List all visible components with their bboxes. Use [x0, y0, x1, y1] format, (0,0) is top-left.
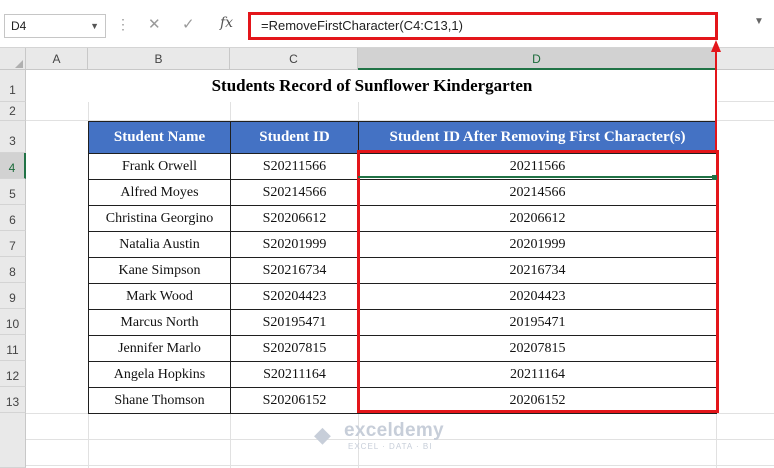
table-row: Frank Orwell S20211566 20211566	[88, 153, 717, 180]
cell-trimmed-id[interactable]: 20214566	[358, 179, 717, 206]
cell-student-id[interactable]: S20211566	[230, 153, 359, 180]
formula-text: =RemoveFirstCharacter(C4:C13,1)	[261, 18, 463, 33]
cell-student-id[interactable]: S20214566	[230, 179, 359, 206]
cell-student-name[interactable]: Christina Georgino	[88, 205, 231, 232]
table-row: Mark Wood S20204423 20204423	[88, 283, 717, 310]
name-box[interactable]: D4 ▼	[4, 14, 106, 38]
cell-student-id[interactable]: S20216734	[230, 257, 359, 284]
row-header-6[interactable]: 6	[0, 205, 26, 231]
cell-trimmed-id[interactable]: 20216734	[358, 257, 717, 284]
row-header-3[interactable]: 3	[0, 121, 26, 153]
cell-student-name[interactable]: Mark Wood	[88, 283, 231, 310]
cell-student-id[interactable]: S20206152	[230, 387, 359, 414]
cell-trimmed-id[interactable]: 20206612	[358, 205, 717, 232]
column-header-b[interactable]: B	[88, 48, 230, 70]
cell-trimmed-id[interactable]: 20201999	[358, 231, 717, 258]
cell-student-name[interactable]: Natalia Austin	[88, 231, 231, 258]
cell-student-id[interactable]: S20206612	[230, 205, 359, 232]
formula-bar: D4 ▼ ⋮ ✕ ✓ fx =RemoveFirstCharacter(C4:C…	[0, 0, 774, 48]
chevron-down-icon[interactable]: ▼	[90, 15, 99, 37]
sheet-title[interactable]: Students Record of Sunflower Kindergarte…	[26, 70, 718, 102]
formula-bar-grip-icon: ⋮	[116, 16, 131, 32]
column-header-c[interactable]: C	[230, 48, 358, 70]
cell-student-id[interactable]: S20195471	[230, 309, 359, 336]
row-header-2[interactable]: 2	[0, 102, 26, 121]
row-header-1[interactable]: 1	[0, 70, 26, 102]
students-table: Student Name Student ID Student ID After…	[88, 121, 717, 414]
table-row: Christina Georgino S20206612 20206612	[88, 205, 717, 232]
cell-trimmed-id[interactable]: 20207815	[358, 335, 717, 362]
insert-function-icon[interactable]: fx	[220, 15, 233, 31]
cell-student-name[interactable]: Angela Hopkins	[88, 361, 231, 388]
header-student-id-trimmed[interactable]: Student ID After Removing First Characte…	[358, 121, 717, 154]
formula-input[interactable]: =RemoveFirstCharacter(C4:C13,1)	[248, 12, 718, 40]
cell-student-id[interactable]: S20207815	[230, 335, 359, 362]
fill-handle[interactable]	[712, 175, 717, 180]
row-header-5[interactable]: 5	[0, 179, 26, 205]
row-header-12[interactable]: 12	[0, 361, 26, 387]
row-header-10[interactable]: 10	[0, 309, 26, 335]
cell-student-name[interactable]: Alfred Moyes	[88, 179, 231, 206]
table-row: Natalia Austin S20201999 20201999	[88, 231, 717, 258]
table-row: Marcus North S20195471 20195471	[88, 309, 717, 336]
cell-student-id[interactable]: S20211164	[230, 361, 359, 388]
header-student-id[interactable]: Student ID	[230, 121, 359, 154]
cell-student-id[interactable]: S20204423	[230, 283, 359, 310]
cell-student-name[interactable]: Kane Simpson	[88, 257, 231, 284]
column-header-a[interactable]: A	[26, 48, 88, 70]
column-headers: A B C D	[0, 48, 774, 70]
gridline	[26, 465, 774, 466]
cancel-icon[interactable]: ✕	[148, 15, 161, 33]
table-row: Kane Simpson S20216734 20216734	[88, 257, 717, 284]
table-row: Jennifer Marlo S20207815 20207815	[88, 335, 717, 362]
table-row: Angela Hopkins S20211164 20211164	[88, 361, 717, 388]
cell-student-id[interactable]: S20201999	[230, 231, 359, 258]
expand-formula-bar-icon[interactable]: ▼	[754, 16, 764, 27]
table-header-row: Student Name Student ID Student ID After…	[88, 121, 717, 154]
table-row: Alfred Moyes S20214566 20214566	[88, 179, 717, 206]
annotation-arrow	[711, 40, 721, 150]
cell-student-name[interactable]: Frank Orwell	[88, 153, 231, 180]
cell-trimmed-id[interactable]: 20206152	[358, 387, 717, 414]
cell-trimmed-id[interactable]: 20211164	[358, 361, 717, 388]
row-header-13[interactable]: 13	[0, 387, 26, 413]
row-header-4[interactable]: 4	[0, 153, 26, 179]
exceldemy-logo-icon: ◆	[314, 422, 331, 447]
row-header-8[interactable]: 8	[0, 257, 26, 283]
name-box-value: D4	[11, 19, 27, 33]
watermark-name: exceldemy	[344, 420, 444, 441]
row-header-empty	[0, 413, 26, 468]
row-header-9[interactable]: 9	[0, 283, 26, 309]
header-student-name[interactable]: Student Name	[88, 121, 231, 154]
exceldemy-watermark: ◆ exceldemy EXCEL · DATA · BI	[314, 418, 464, 454]
cell-student-name[interactable]: Jennifer Marlo	[88, 335, 231, 362]
cell-trimmed-id[interactable]: 20195471	[358, 309, 717, 336]
row-header-7[interactable]: 7	[0, 231, 26, 257]
cell-student-name[interactable]: Shane Thomson	[88, 387, 231, 414]
watermark-tagline: EXCEL · DATA · BI	[348, 442, 433, 451]
enter-icon[interactable]: ✓	[182, 15, 195, 33]
cell-trimmed-id[interactable]: 20211566	[358, 153, 717, 180]
column-header-d[interactable]: D	[358, 48, 716, 70]
table-row: Shane Thomson S20206152 20206152	[88, 387, 717, 414]
cell-trimmed-id[interactable]: 20204423	[358, 283, 717, 310]
row-header-11[interactable]: 11	[0, 335, 26, 361]
cell-student-name[interactable]: Marcus North	[88, 309, 231, 336]
select-all-button[interactable]	[0, 48, 26, 70]
